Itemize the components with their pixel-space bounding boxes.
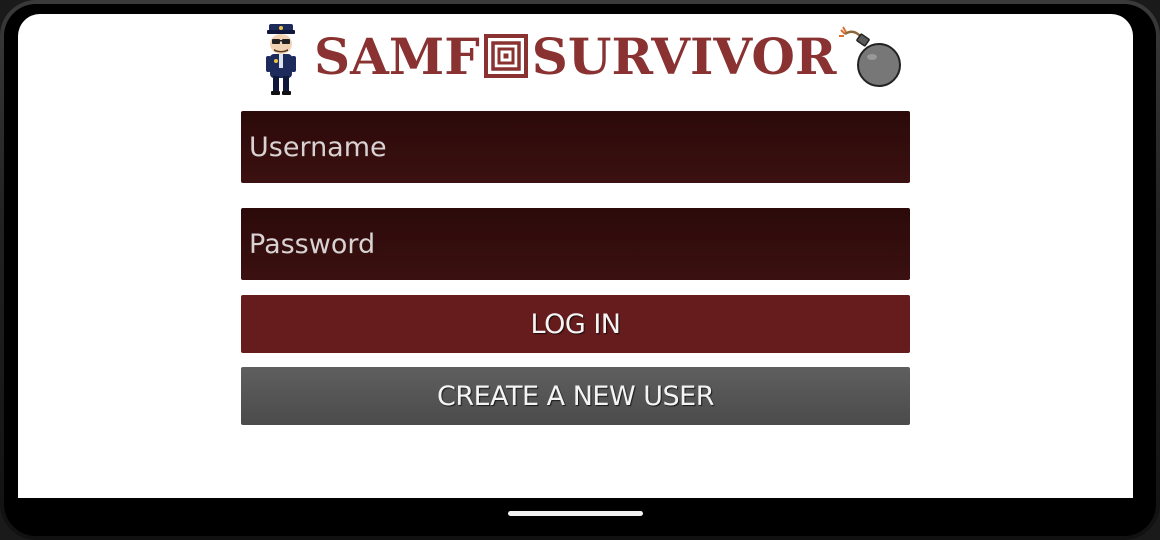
password-field[interactable] — [241, 208, 910, 280]
home-indicator[interactable] — [508, 511, 643, 516]
title-samf: SAMF — [314, 26, 480, 86]
create-user-button[interactable]: CREATE A NEW USER — [241, 367, 910, 425]
login-button[interactable]: LOG IN — [241, 295, 910, 353]
username-field[interactable] — [241, 111, 910, 183]
create-user-button-label: CREATE A NEW USER — [437, 380, 715, 412]
login-button-label: LOG IN — [530, 308, 622, 340]
navigation-bar — [18, 498, 1133, 528]
concentric-squares-icon — [483, 34, 528, 78]
policeman-icon — [266, 24, 296, 95]
app-screen: SAMF SURVIVOR LOG IN CREATE A NEW USER — [18, 14, 1133, 498]
app-header: SAMF SURVIVOR — [258, 14, 908, 104]
bomb-icon — [839, 26, 901, 87]
title-survivor: SURVIVOR — [531, 26, 837, 86]
app-title: SAMF SURVIVOR — [314, 26, 836, 86]
